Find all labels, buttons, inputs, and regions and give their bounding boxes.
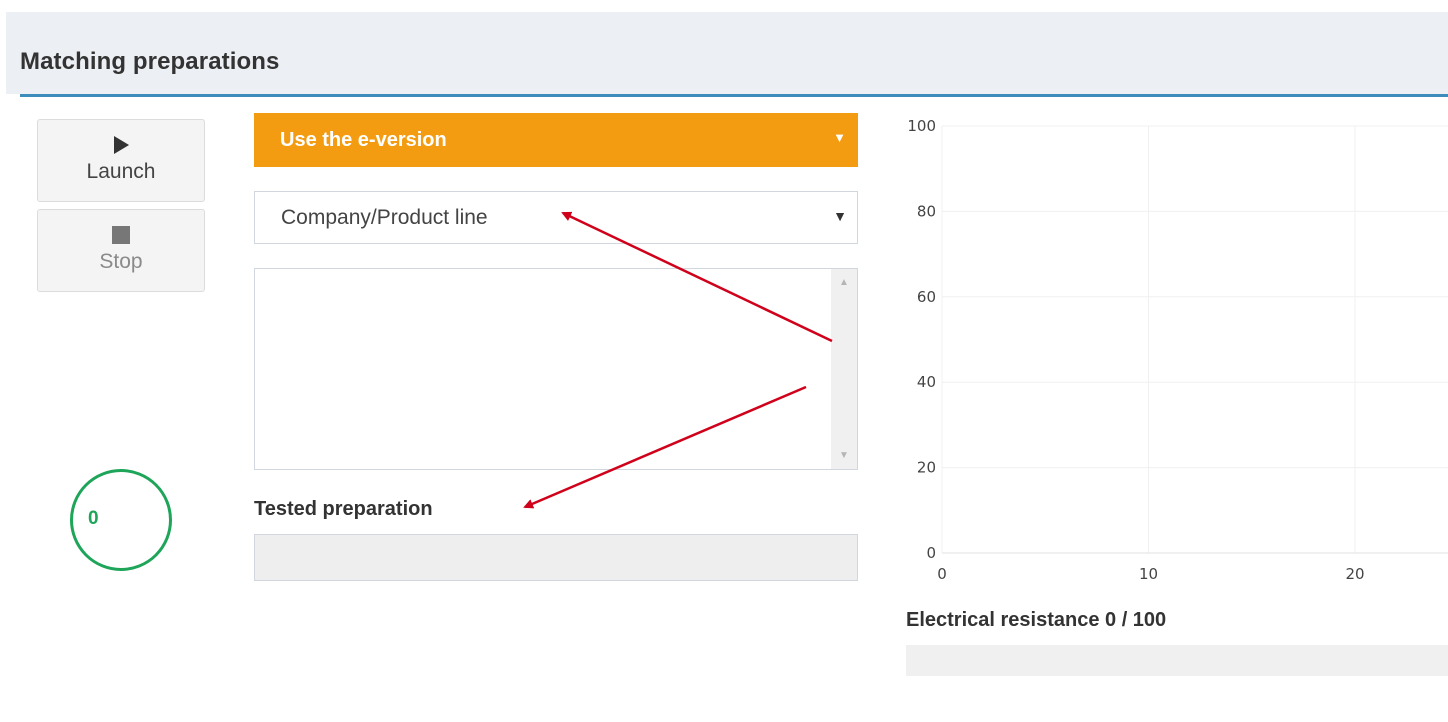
- company-product-line-select[interactable]: Company/Product line ▼: [254, 191, 858, 244]
- tested-preparation-field: [254, 534, 858, 581]
- chevron-down-icon: ▼: [833, 208, 847, 224]
- stop-button[interactable]: Stop: [37, 209, 205, 292]
- x-tick-label: 0: [937, 565, 947, 583]
- y-tick-label: 80: [917, 202, 936, 220]
- top-strip: [0, 0, 1448, 12]
- resistance-chart: 100 80 60 40 20 0 0 10 20: [907, 117, 1448, 583]
- chart-grid: [941, 125, 1448, 554]
- y-tick-label: 60: [917, 288, 936, 306]
- listbox-scrollbar[interactable]: ▲ ▼: [831, 269, 857, 469]
- play-icon: [113, 136, 129, 154]
- y-axis-ticks: 100 80 60 40 20 0: [907, 117, 936, 562]
- chevron-down-icon: ▼: [833, 130, 846, 145]
- y-tick-label: 40: [917, 373, 936, 391]
- y-tick-label: 100: [907, 117, 936, 135]
- version-select-value: Use the e-version: [280, 129, 447, 151]
- launch-button[interactable]: Launch: [37, 119, 205, 202]
- stop-icon: [112, 226, 130, 244]
- y-tick-label: 0: [926, 544, 936, 562]
- scroll-up-icon[interactable]: ▲: [839, 277, 849, 288]
- scroll-down-icon[interactable]: ▼: [839, 450, 849, 461]
- electrical-resistance-bar: [906, 645, 1448, 676]
- stop-button-label: Stop: [99, 250, 143, 273]
- panel-title: Matching preparations: [20, 48, 280, 75]
- left-strip: [0, 0, 6, 722]
- x-tick-label: 10: [1139, 565, 1158, 583]
- panel-header: Matching preparations: [6, 12, 1448, 94]
- counter-value: 0: [88, 508, 99, 529]
- electrical-resistance-label: Electrical resistance 0 / 100: [906, 609, 1167, 631]
- y-tick-label: 20: [917, 459, 936, 477]
- preparations-listbox[interactable]: ▲ ▼: [254, 268, 858, 470]
- version-select[interactable]: Use the e-version ▼: [254, 113, 858, 167]
- x-tick-label: 20: [1345, 565, 1364, 583]
- launch-button-label: Launch: [86, 160, 156, 183]
- tested-preparation-label: Tested preparation: [254, 498, 433, 520]
- x-axis-ticks: 0 10 20: [937, 565, 1364, 583]
- company-select-value: Company/Product line: [281, 206, 488, 229]
- counter-circle: 0: [70, 469, 172, 571]
